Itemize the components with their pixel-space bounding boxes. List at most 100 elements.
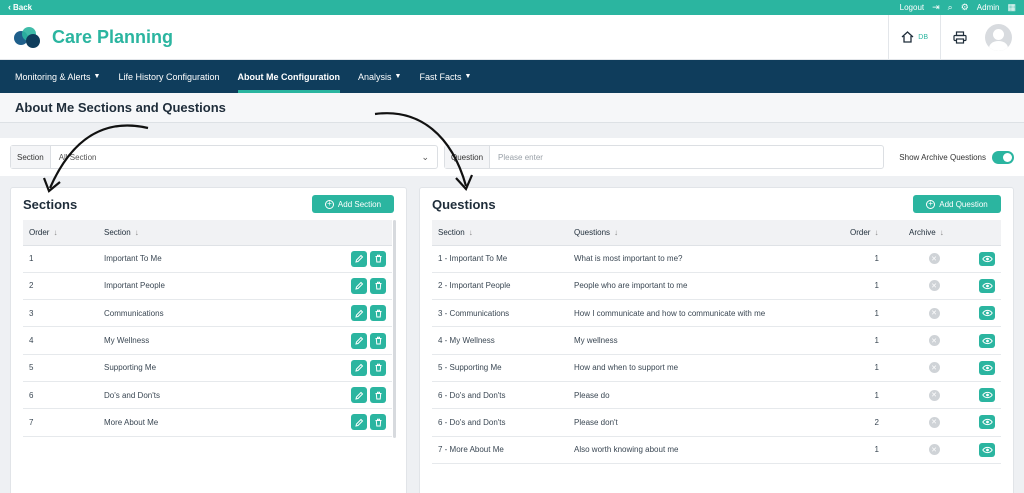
question-archive-cell: ✕ <box>903 436 965 464</box>
delete-section-button[interactable] <box>370 305 386 322</box>
nav-item-life-history-configuration[interactable]: Life History Configuration <box>109 60 228 93</box>
x-circle-icon[interactable]: ✕ <box>928 307 940 319</box>
print-button[interactable] <box>941 30 979 44</box>
section-name-cell: Do's and Don'ts <box>98 381 332 410</box>
column-header-order[interactable]: Order ↓ <box>23 220 98 246</box>
delete-section-button[interactable] <box>370 387 386 404</box>
pencil-icon <box>354 282 363 291</box>
nav-item-monitoring-alerts[interactable]: Monitoring & Alerts ▼ <box>6 60 109 93</box>
section-actions-cell <box>332 381 392 410</box>
view-question-button[interactable] <box>979 415 995 430</box>
gear-icon[interactable]: ⚙ <box>961 3 969 12</box>
nav-item-about-me-configuration[interactable]: About Me Configuration <box>229 60 349 93</box>
sections-scrollbar[interactable] <box>393 220 396 438</box>
table-row: 5 - Supporting Me How and when to support… <box>432 354 1001 382</box>
section-order-cell: 3 <box>23 299 98 328</box>
view-question-button[interactable] <box>979 333 995 348</box>
x-circle-icon[interactable]: ✕ <box>928 253 940 265</box>
brand[interactable]: Care Planning <box>12 25 173 49</box>
add-question-button[interactable]: + Add Question <box>913 195 1001 213</box>
question-input[interactable]: Please enter <box>490 153 883 162</box>
table-row: 2 Important People <box>23 272 392 301</box>
question-search[interactable]: Question Please enter <box>444 145 884 169</box>
edit-section-button[interactable] <box>351 277 367 294</box>
nav-item-analysis[interactable]: Analysis ▼ <box>349 60 410 93</box>
delete-section-button[interactable] <box>370 250 386 267</box>
eye-icon <box>981 446 993 453</box>
show-archive-toggle[interactable] <box>992 150 1014 164</box>
delete-section-button[interactable] <box>370 359 386 376</box>
chevron-down-icon: ▼ <box>93 73 101 80</box>
sort-arrow-icon: ↓ <box>134 227 139 237</box>
nav-label: Analysis <box>358 71 392 82</box>
x-circle-icon[interactable]: ✕ <box>928 280 940 292</box>
section-actions-cell <box>332 299 392 328</box>
search-icon[interactable]: ⌕ <box>948 3 953 12</box>
view-question-button[interactable] <box>979 251 995 266</box>
nav-label: Monitoring & Alerts <box>15 71 91 82</box>
delete-section-button[interactable] <box>370 332 386 349</box>
avatar[interactable] <box>985 23 1012 51</box>
column-header-section[interactable]: Section ↓ <box>98 220 332 246</box>
section-name-cell: Important To Me <box>98 245 332 273</box>
x-circle-icon[interactable]: ✕ <box>928 416 940 428</box>
archive-toggle-label: Show Archive Questions <box>899 152 986 162</box>
question-archive-cell: ✕ <box>903 299 965 328</box>
view-question-button[interactable] <box>979 442 995 457</box>
table-row: 1 - Important To Me What is most importan… <box>432 245 1001 273</box>
column-header-archive[interactable]: Archive ↓ <box>903 220 965 246</box>
edit-section-button[interactable] <box>351 250 367 267</box>
view-question-button[interactable] <box>979 306 995 321</box>
delete-section-button[interactable] <box>370 414 386 431</box>
x-circle-icon[interactable]: ✕ <box>928 444 940 456</box>
question-actions-cell <box>965 245 1001 273</box>
question-section-cell: 2 - Important People <box>432 272 568 301</box>
pencil-icon <box>354 309 363 318</box>
x-circle-icon[interactable]: ✕ <box>928 335 940 347</box>
delete-section-button[interactable] <box>370 277 386 294</box>
add-section-button[interactable]: + Add Section <box>312 195 394 213</box>
home-button[interactable]: DB <box>889 31 940 43</box>
main-nav: Monitoring & Alerts ▼ Life History Config… <box>0 60 1024 93</box>
logout-icon[interactable]: ⇥ <box>932 3 940 12</box>
x-circle-icon[interactable]: ✕ <box>928 389 940 401</box>
edit-section-button[interactable] <box>351 414 367 431</box>
admin-label[interactable]: Admin <box>977 3 1000 12</box>
question-archive-cell: ✕ <box>903 272 965 301</box>
view-question-button[interactable] <box>979 388 995 403</box>
view-question-button[interactable] <box>979 278 995 293</box>
table-row: 4 My Wellness <box>23 326 392 355</box>
back-link[interactable]: ‹ Back <box>8 3 32 13</box>
edit-section-button[interactable] <box>351 305 367 322</box>
apps-grid-icon[interactable]: ▦ <box>1007 3 1016 12</box>
section-filter-label: Section <box>11 146 51 168</box>
edit-section-button[interactable] <box>351 359 367 376</box>
question-order-cell: 2 <box>844 408 903 437</box>
column-header-order[interactable]: Order ↓ <box>844 220 903 246</box>
chevron-down-icon: ⌄ <box>421 151 429 162</box>
question-section-cell: 6 - Do's and Don'ts <box>432 408 568 437</box>
nav-item-fast-facts[interactable]: Fast Facts ▼ <box>410 60 480 93</box>
section-actions-cell <box>332 245 392 273</box>
section-select[interactable]: Section All Section ⌄ <box>10 145 438 169</box>
top-bar: ‹ Back Logout ⇥ ⌕ ⚙ Admin ▦ <box>0 0 1024 15</box>
question-text-cell: Please do <box>568 381 844 410</box>
column-header-section[interactable]: Section ↓ <box>432 220 568 246</box>
trash-icon <box>375 418 381 427</box>
edit-section-button[interactable] <box>351 387 367 404</box>
question-text-cell: People who are important to me <box>568 272 844 301</box>
table-row: 2 - Important People People who are impor… <box>432 272 1001 301</box>
logout-link[interactable]: Logout <box>900 3 924 12</box>
question-order-cell: 1 <box>844 245 903 273</box>
question-text-cell: Please don't <box>568 408 844 437</box>
question-section-cell: 6 - Do's and Don'ts <box>432 381 568 410</box>
eye-icon <box>981 419 993 426</box>
edit-section-button[interactable] <box>351 332 367 349</box>
sort-arrow-icon: ↓ <box>939 227 944 237</box>
table-row: 3 - Communications How I communicate and … <box>432 299 1001 328</box>
chevron-down-icon: ▼ <box>464 73 472 80</box>
question-order-cell: 1 <box>844 272 903 301</box>
view-question-button[interactable] <box>979 360 995 375</box>
column-header-questions[interactable]: Questions ↓ <box>568 220 844 246</box>
x-circle-icon[interactable]: ✕ <box>928 362 940 374</box>
